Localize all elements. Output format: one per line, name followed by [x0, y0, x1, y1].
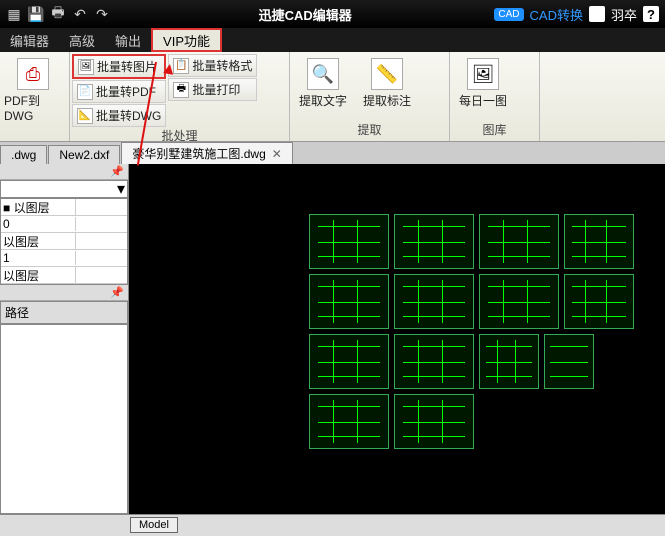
print-icon[interactable]: 🖶: [50, 6, 66, 22]
pdf-icon: 📄: [77, 84, 93, 100]
path-label: 路径: [0, 301, 128, 324]
extract-annot-icon: 📏: [371, 58, 403, 90]
extract-text-icon: 🔍: [307, 58, 339, 90]
extract-text-button[interactable]: 🔍提取文字: [292, 54, 354, 113]
panel-pin2[interactable]: 📌: [0, 285, 128, 301]
cad-badge: CAD: [494, 8, 523, 21]
properties-table: ■ 以图层 0 以图层 1 以图层: [0, 198, 128, 285]
tab-3[interactable]: 豪华别墅建筑施工图.dwg✕: [121, 142, 292, 164]
avatar-icon[interactable]: [589, 6, 605, 22]
help-icon[interactable]: ?: [643, 6, 659, 22]
tab-1[interactable]: .dwg: [0, 145, 47, 164]
menu-advanced[interactable]: 高级: [59, 28, 105, 52]
batch-to-dwg-button[interactable]: 📐批量转DWG: [72, 104, 166, 127]
side-panel: 📌 ▾ ■ 以图层 0 以图层 1 以图层 📌 路径: [0, 164, 129, 514]
daily-image-button[interactable]: 🖼每日一图: [452, 54, 514, 113]
batch-to-image-button[interactable]: 🖼批量转图片: [72, 54, 166, 79]
gallery-icon: 🖼: [467, 58, 499, 90]
print-icon2: 🖶: [173, 82, 189, 98]
path-body: [0, 324, 128, 514]
panel-pin[interactable]: 📌: [0, 164, 128, 180]
app-icon: ▦: [6, 6, 22, 22]
undo-icon[interactable]: ↶: [72, 6, 88, 22]
table-row[interactable]: 1: [1, 250, 127, 267]
menu-editor[interactable]: 编辑器: [0, 28, 59, 52]
image-icon: 🖼: [78, 59, 94, 75]
group-extract-label: 提取: [292, 121, 447, 139]
pdf-to-dwg-icon: ⎙: [17, 58, 49, 90]
table-row[interactable]: 以图层: [1, 233, 127, 250]
window-title: 迅捷CAD编辑器: [116, 5, 494, 24]
close-icon[interactable]: ✕: [272, 147, 282, 161]
batch-to-pdf-button[interactable]: 📄批量转PDF: [72, 80, 166, 103]
drawing-canvas[interactable]: [129, 164, 665, 514]
table-row[interactable]: ■ 以图层: [1, 199, 127, 216]
menu-output[interactable]: 输出: [105, 28, 151, 52]
username[interactable]: 羽卒: [611, 5, 637, 24]
format-icon: 📋: [173, 58, 189, 74]
menu-vip[interactable]: VIP功能: [151, 28, 222, 52]
group-gallery-label: 图库: [452, 121, 537, 139]
batch-to-format-button[interactable]: 📋批量转格式: [168, 54, 257, 77]
tab-2[interactable]: New2.dxf: [48, 145, 120, 164]
cad-convert-link[interactable]: CAD转换: [530, 5, 583, 24]
redo-icon[interactable]: ↷: [94, 6, 110, 22]
table-row[interactable]: 0: [1, 216, 127, 233]
status-bar: [0, 514, 665, 536]
model-tab[interactable]: Model: [130, 515, 178, 533]
dwg-icon: 📐: [77, 108, 93, 124]
save-icon[interactable]: 💾: [28, 6, 44, 22]
pdf-to-dwg-button[interactable]: ⎙ PDF到DWG: [2, 54, 64, 127]
table-row[interactable]: 以图层: [1, 267, 127, 284]
extract-annot-button[interactable]: 📏提取标注: [356, 54, 418, 113]
panel-dropdown[interactable]: ▾: [0, 180, 128, 198]
batch-print-button[interactable]: 🖶批量打印: [168, 78, 257, 101]
